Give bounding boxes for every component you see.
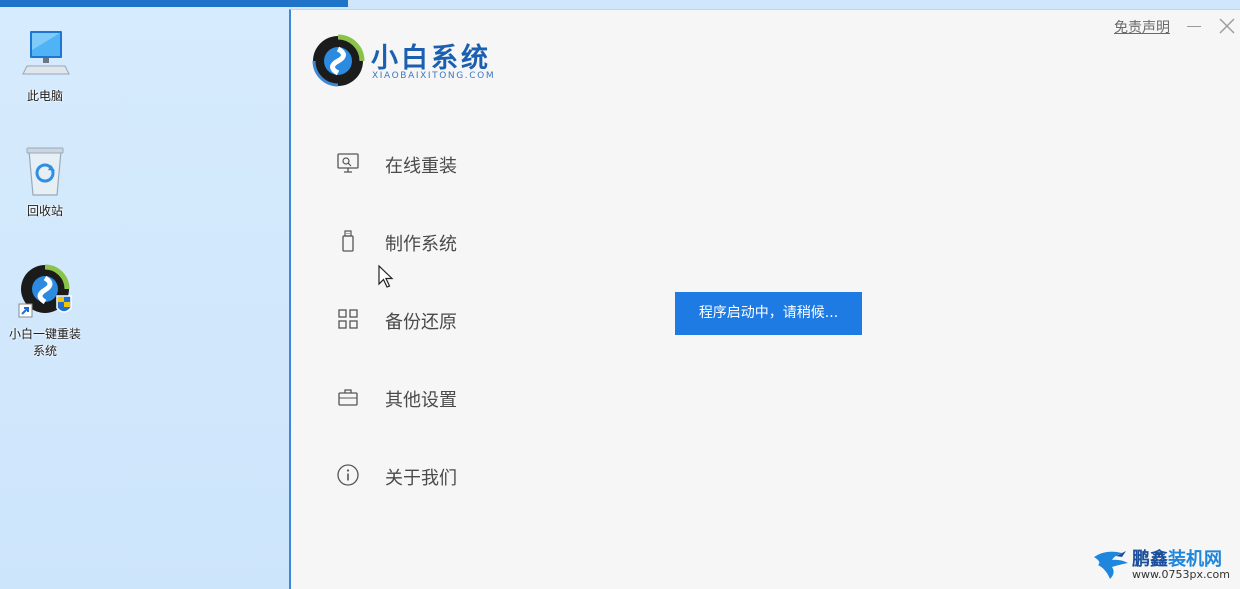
desktop-icon-label: 回收站 xyxy=(26,204,63,218)
disclaimer-link[interactable]: 免责声明 xyxy=(1114,17,1170,37)
desktop: 此电脑 回收站 小白一键重装系统 xyxy=(0,0,348,589)
mouse-cursor-icon xyxy=(378,264,394,288)
nav-item-label: 其他设置 xyxy=(385,390,457,411)
app-window: 免责声明 小白系统 XIAOBAIXITONG.COM 在线重装 制作系统 备份… xyxy=(289,9,1240,589)
nav-item-about-us[interactable]: 关于我们 xyxy=(331,455,551,495)
recycle-bin-icon xyxy=(26,147,64,196)
nav-item-online-reinstall[interactable]: 在线重装 xyxy=(331,143,551,183)
nav-item-make-system[interactable]: 制作系统 xyxy=(331,221,551,261)
info-icon xyxy=(337,464,359,486)
desktop-icon-this-pc[interactable]: 此电脑 xyxy=(0,28,90,105)
close-icon xyxy=(1219,18,1235,34)
nav-item-backup-restore[interactable]: 备份还原 xyxy=(331,299,551,339)
watermark-title-part1: 鹏鑫 xyxy=(1132,549,1168,570)
nav-item-other-settings[interactable]: 其他设置 xyxy=(331,377,551,417)
nav-item-label: 制作系统 xyxy=(385,234,457,255)
eagle-logo-icon xyxy=(1094,551,1128,579)
nav-item-label: 备份还原 xyxy=(385,312,457,333)
watermark-title-part2: 装机网 xyxy=(1168,549,1222,570)
loading-toast: 程序启动中，请稍候... xyxy=(675,292,862,335)
desktop-icon-label: 此电脑 xyxy=(26,89,63,103)
app-domain: XIAOBAIXITONG.COM xyxy=(372,71,496,81)
desktop-icon-recycle-bin[interactable]: 回收站 xyxy=(0,145,90,220)
desktop-icon-installer[interactable]: 小白一键重装系统 xyxy=(0,262,90,360)
watermark-url: www.0753px.com xyxy=(1132,568,1230,581)
nav-item-label: 在线重装 xyxy=(385,156,457,177)
computer-icon xyxy=(22,31,70,75)
minimize-button[interactable] xyxy=(1183,16,1205,36)
installer-shortcut-icon xyxy=(18,264,72,318)
usb-drive-icon xyxy=(342,230,354,252)
app-title: 小白系统 xyxy=(371,43,491,74)
nav-item-label: 关于我们 xyxy=(385,468,457,489)
desktop-icon-label: 小白一键重装系统 xyxy=(8,327,81,358)
grid-icon xyxy=(338,309,358,329)
app-logo-icon xyxy=(312,34,365,87)
close-button[interactable] xyxy=(1217,15,1237,37)
briefcase-icon xyxy=(338,389,358,406)
monitor-icon xyxy=(337,153,359,173)
watermark: 鹏鑫装机网 www.0753px.com xyxy=(1092,545,1232,585)
taskbar-strip xyxy=(0,0,348,7)
